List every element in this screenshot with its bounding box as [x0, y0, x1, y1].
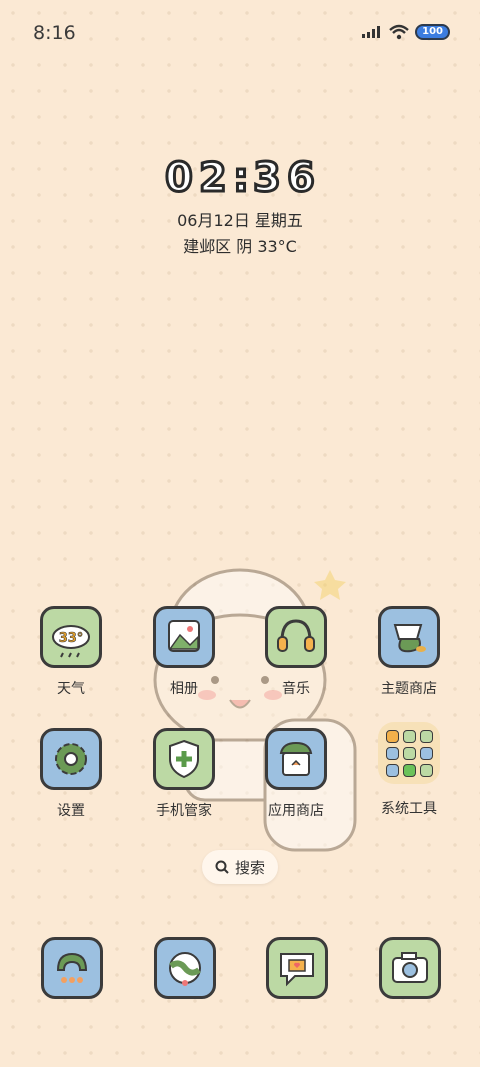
- status-bar: 8:16 100: [0, 0, 480, 60]
- date-weather-text: 06月12日 星期五 建邺区 阴 33°C: [0, 208, 480, 260]
- security-app-icon: [153, 728, 215, 790]
- clock-digit: 0: [164, 154, 195, 203]
- app-label: 系统工具: [381, 801, 437, 817]
- app-label: 音乐: [282, 681, 310, 697]
- appstore-app-icon: [265, 728, 327, 790]
- app-settings[interactable]: 设置: [26, 728, 116, 820]
- app-label: 相册: [170, 681, 198, 697]
- clock-digit: 3: [252, 154, 283, 203]
- search-label: 搜索: [234, 858, 265, 877]
- phone-dock-icon[interactable]: [41, 937, 103, 999]
- clock-digit: 2: [198, 154, 229, 203]
- app-label: 主题商店: [381, 681, 437, 697]
- wifi-icon: [389, 24, 409, 40]
- status-time: 8:16: [33, 22, 76, 44]
- clock-separator: :: [232, 154, 251, 203]
- search-button[interactable]: 搜索: [202, 850, 278, 884]
- app-label: 天气: [57, 681, 85, 697]
- signal-icon: [361, 25, 383, 39]
- clock-digit: 6: [286, 154, 317, 203]
- weather-app-icon: 33°: [40, 606, 102, 668]
- status-icons: 100: [361, 24, 450, 40]
- folder-grid-icon: [378, 722, 440, 784]
- date-line: 06月12日 星期五: [177, 211, 303, 230]
- shield-icon: [169, 739, 199, 779]
- app-gallery[interactable]: 相册: [139, 606, 229, 698]
- settings-app-icon: [40, 728, 102, 790]
- weather-line: 建邺区 阴 33°C: [183, 237, 297, 256]
- camera-dock-icon[interactable]: [379, 937, 441, 999]
- clock-widget[interactable]: 0 2 : 3 6: [0, 154, 480, 203]
- gallery-app-icon: [153, 606, 215, 668]
- app-music[interactable]: 音乐: [251, 606, 341, 698]
- themes-app-icon: [378, 606, 440, 668]
- app-label: 设置: [57, 803, 85, 819]
- messages-dock-icon[interactable]: [266, 937, 328, 999]
- search-icon: [215, 860, 229, 874]
- folder-systools[interactable]: 系统工具: [364, 722, 454, 818]
- battery-indicator: 100: [415, 24, 450, 40]
- app-themes[interactable]: 主题商店: [364, 606, 454, 698]
- app-security[interactable]: 手机管家: [139, 728, 229, 820]
- app-weather[interactable]: 33° 天气: [26, 606, 116, 698]
- weather-temp-text: 33°: [59, 631, 84, 646]
- clock-digits: 0 2 : 3 6: [164, 154, 317, 203]
- browser-dock-icon[interactable]: [154, 937, 216, 999]
- gear-icon: [55, 743, 87, 775]
- app-label: 应用商店: [268, 803, 324, 819]
- app-label: 手机管家: [156, 803, 212, 819]
- app-appstore[interactable]: 应用商店: [251, 728, 341, 820]
- music-app-icon: [265, 606, 327, 668]
